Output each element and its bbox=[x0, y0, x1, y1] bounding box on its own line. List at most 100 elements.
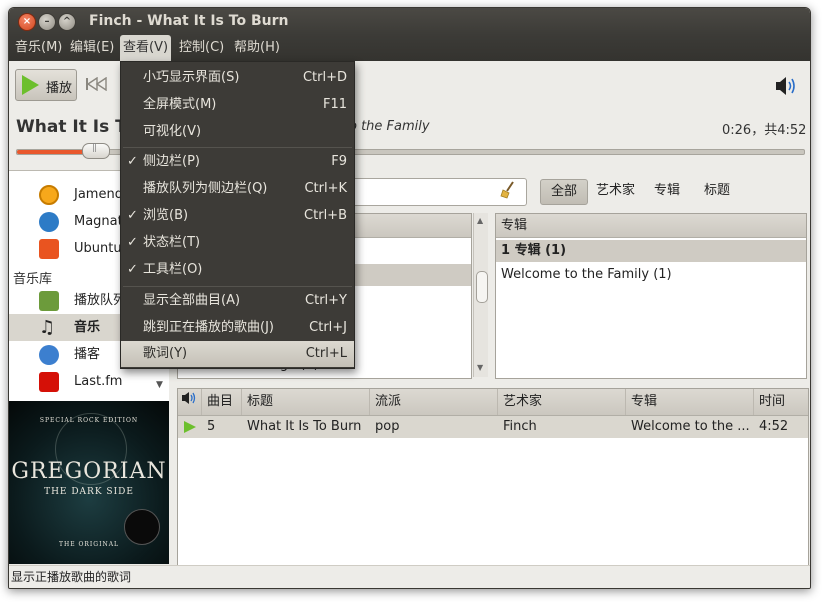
album-pane: 专辑 1 专辑 (1) Welcome to the Family (1) bbox=[495, 213, 807, 379]
column-genre[interactable]: 流派 bbox=[370, 389, 498, 415]
menu-item-label: 播放队列为侧边栏(Q) bbox=[143, 181, 268, 196]
close-icon[interactable]: × bbox=[18, 13, 36, 31]
scroll-down-icon[interactable]: ▼ bbox=[477, 363, 483, 372]
title-bar[interactable]: × – ^ Finch - What It Is To Burn bbox=[9, 8, 810, 35]
cover-top-text: SPECIAL ROCK EDITION bbox=[39, 417, 139, 424]
now-playing-title: What It Is T bbox=[16, 117, 127, 137]
sidebar-item-label: Jamend bbox=[74, 187, 123, 202]
menu-separator bbox=[123, 147, 352, 148]
music-note-icon: ♫ bbox=[39, 317, 56, 338]
menu-item-lyrics[interactable]: 歌词(Y) Ctrl+L bbox=[121, 341, 354, 367]
column-title[interactable]: 标题 bbox=[242, 389, 370, 415]
filter-album-button[interactable]: 专辑 bbox=[644, 179, 690, 203]
play-button-label: 播放 bbox=[46, 81, 73, 96]
filter-title-button[interactable]: 标题 bbox=[694, 179, 740, 203]
menu-item-label: 小巧显示界面(S) bbox=[143, 70, 240, 85]
podcast-icon bbox=[39, 345, 59, 365]
album-pane-header[interactable]: 专辑 bbox=[496, 214, 806, 238]
menu-item-visualization[interactable]: 可视化(V) bbox=[121, 119, 354, 145]
play-queue-icon bbox=[39, 291, 59, 311]
sidebar-item-label: 音乐 bbox=[74, 320, 101, 335]
check-icon: ✓ bbox=[127, 235, 138, 250]
ubuntu-icon bbox=[39, 239, 59, 259]
sidebar-item-label: 播客 bbox=[74, 347, 101, 362]
now-playing-time: 0:26，共4:52 bbox=[722, 123, 807, 138]
menu-item-browse[interactable]: ✓ 浏览(B) Ctrl+B bbox=[121, 203, 354, 229]
menu-help[interactable]: 帮助(H) bbox=[231, 35, 283, 61]
column-artist[interactable]: 艺术家 bbox=[498, 389, 626, 415]
maximize-icon[interactable]: ^ bbox=[58, 13, 76, 31]
menu-item-accelerator: Ctrl+Y bbox=[305, 293, 347, 308]
play-icon bbox=[22, 75, 39, 95]
sidebar-scroll-down-icon[interactable]: ▼ bbox=[156, 380, 163, 390]
lastfm-icon bbox=[39, 372, 59, 392]
menu-item-accelerator: F11 bbox=[322, 97, 347, 112]
filter-all-button[interactable]: 全部 bbox=[540, 179, 589, 205]
now-playing-album: o the Family bbox=[349, 119, 430, 134]
menu-item-label: 侧边栏(P) bbox=[143, 154, 200, 169]
menu-item-label: 跳到正在播放的歌曲(J) bbox=[143, 320, 274, 335]
check-icon: ✓ bbox=[127, 262, 138, 277]
artist-pane-scrollbar[interactable]: ▲ ▼ bbox=[473, 213, 488, 377]
column-time[interactable]: 时间 bbox=[754, 389, 808, 415]
minimize-icon[interactable]: – bbox=[38, 13, 56, 31]
column-album[interactable]: 专辑 bbox=[626, 389, 754, 415]
jamendo-icon bbox=[39, 185, 59, 205]
menu-view[interactable]: 查看(V) bbox=[120, 35, 172, 61]
menu-item-label: 可视化(V) bbox=[143, 124, 202, 139]
menu-item-jump-to-playing[interactable]: 跳到正在播放的歌曲(J) Ctrl+J bbox=[121, 315, 354, 341]
list-item[interactable]: Welcome to the Family (1) bbox=[496, 264, 806, 286]
filter-artist-button[interactable]: 艺术家 bbox=[586, 179, 645, 203]
menu-item-label: 全屏模式(M) bbox=[143, 97, 217, 112]
menu-edit[interactable]: 编辑(E) bbox=[67, 35, 117, 61]
menu-item-label: 显示全部曲目(A) bbox=[143, 293, 241, 308]
menu-item-statusbar[interactable]: ✓ 状态栏(T) bbox=[121, 230, 354, 256]
album-cover: SPECIAL ROCK EDITION GREGORIAN THE DARK … bbox=[9, 401, 169, 564]
menu-item-accelerator: F9 bbox=[331, 154, 347, 169]
sidebar-item-lastfm[interactable]: Last.fm bbox=[9, 368, 159, 395]
cover-sticker bbox=[124, 509, 160, 545]
menu-item-queue-sidebar[interactable]: 播放队列为侧边栏(Q) Ctrl+K bbox=[121, 176, 354, 202]
table-row[interactable]: 5 What It Is To Burn pop Finch Welcome t… bbox=[178, 416, 808, 438]
menu-item-accelerator: Ctrl+K bbox=[304, 181, 347, 196]
status-bar: 显示正播放歌曲的歌词 bbox=[9, 565, 810, 588]
seek-progress bbox=[17, 150, 88, 154]
menu-item-toolbar[interactable]: ✓ 工具栏(O) bbox=[121, 257, 354, 283]
play-button[interactable]: 播放 bbox=[15, 69, 77, 101]
volume-icon[interactable] bbox=[775, 76, 797, 96]
track-genre: pop bbox=[375, 419, 400, 434]
cover-band-name: GREGORIAN bbox=[11, 459, 167, 484]
track-list: 曲目 标题 流派 艺术家 专辑 时间 5 What It Is To Burn … bbox=[177, 388, 809, 567]
track-title: What It Is To Burn bbox=[247, 419, 362, 434]
track-list-header: 曲目 标题 流派 艺术家 专辑 时间 bbox=[178, 389, 808, 416]
menu-item-sidebar[interactable]: ✓ 侧边栏(P) F9 bbox=[121, 149, 354, 175]
seek-handle[interactable] bbox=[82, 143, 110, 159]
menu-item-label: 歌词(Y) bbox=[143, 346, 188, 361]
clear-search-icon[interactable] bbox=[500, 181, 516, 199]
menu-separator bbox=[123, 286, 352, 287]
menu-music[interactable]: 音乐(M) bbox=[12, 35, 65, 61]
library-header: 音乐库 bbox=[13, 272, 53, 287]
menu-item-compact-view[interactable]: 小巧显示界面(S) Ctrl+D bbox=[121, 65, 354, 91]
sidebar-item-label: 播放队列 bbox=[74, 293, 127, 308]
menu-item-accelerator: Ctrl+L bbox=[305, 346, 347, 361]
previous-icon[interactable] bbox=[85, 76, 109, 93]
now-playing-column-icon[interactable] bbox=[178, 389, 202, 415]
scroll-up-icon[interactable]: ▲ bbox=[477, 216, 483, 225]
check-icon: ✓ bbox=[127, 208, 138, 223]
scroll-thumb[interactable] bbox=[476, 271, 488, 303]
track-artist: Finch bbox=[503, 419, 537, 434]
track-duration: 4:52 bbox=[759, 419, 789, 434]
menu-item-accelerator: Ctrl+B bbox=[304, 208, 347, 223]
view-menu-dropdown: 小巧显示界面(S) Ctrl+D 全屏模式(M) F11 可视化(V) ✓ 侧边… bbox=[120, 61, 355, 369]
column-track[interactable]: 曲目 bbox=[202, 389, 242, 415]
menu-item-accelerator: Ctrl+J bbox=[309, 320, 347, 335]
magnatune-icon bbox=[39, 212, 59, 232]
menu-item-show-all-tracks[interactable]: 显示全部曲目(A) Ctrl+Y bbox=[121, 288, 354, 314]
track-number: 5 bbox=[207, 419, 216, 434]
menu-bar: 音乐(M) 编辑(E) 查看(V) 控制(C) 帮助(H) bbox=[9, 35, 810, 61]
cover-bottom-text: THE ORIGINAL bbox=[58, 541, 120, 548]
list-item[interactable]: 1 专辑 (1) bbox=[496, 240, 806, 262]
menu-control[interactable]: 控制(C) bbox=[176, 35, 227, 61]
menu-item-fullscreen[interactable]: 全屏模式(M) F11 bbox=[121, 92, 354, 118]
